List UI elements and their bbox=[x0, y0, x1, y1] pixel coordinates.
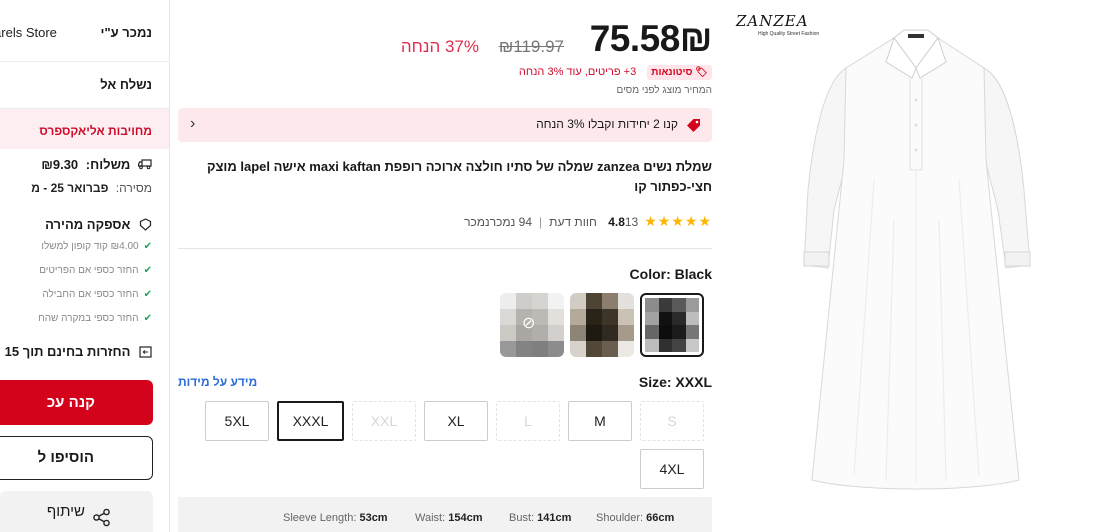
buy-now-button[interactable]: קנה עכ bbox=[0, 380, 153, 425]
size-option-s[interactable]: S bbox=[640, 401, 704, 441]
free-returns-label: החזרות בחינם תוך 15 י bbox=[0, 344, 131, 359]
share-label: שיתוף bbox=[46, 503, 85, 520]
bust-measure: Bust: 141cm bbox=[509, 512, 571, 524]
seller-row: נמכר ע"י arels Store bbox=[0, 25, 152, 40]
rating-value: 4.8 bbox=[608, 215, 625, 229]
check-icon: ✔ bbox=[143, 241, 152, 252]
sleeve-label: Sleeve Length: bbox=[283, 512, 357, 524]
delivery-date: פברואר 25 - מ bbox=[31, 181, 109, 195]
white-shirt-dress-image bbox=[803, 29, 1031, 490]
return-box-icon bbox=[138, 345, 152, 361]
add-to-cart-button[interactable]: הוסיפו ל bbox=[0, 436, 153, 480]
size-option-l[interactable]: L bbox=[496, 401, 560, 441]
seller-label: נמכר ע"י bbox=[100, 25, 152, 40]
share-icon bbox=[91, 502, 111, 532]
wholesale-badge: 🏷 סיטונאות bbox=[647, 65, 712, 80]
check-icon: ✔ bbox=[143, 313, 152, 324]
fast-delivery-row[interactable]: אספקה מהירה bbox=[45, 217, 152, 234]
commitment-title: מחויבות אליאקספרס bbox=[39, 124, 152, 138]
size-option-xxxl[interactable]: XXXL bbox=[277, 401, 344, 441]
color-swatch-gray-unavailable[interactable]: ⊘ bbox=[500, 293, 564, 357]
shipping-label: משלוח: bbox=[85, 157, 131, 172]
guarantee-item: ✔ החזר כספי אם הפריטים bbox=[39, 265, 152, 276]
sold-count: 94 נמכרנמכר bbox=[464, 215, 533, 229]
bust-label: Bust: bbox=[509, 512, 535, 524]
shipping-row: משלוח: ₪9.30 bbox=[41, 157, 152, 173]
promo-text: קנו 2 יחידות וקבלו 3% הנחה bbox=[536, 117, 678, 131]
check-icon: ✔ bbox=[143, 289, 152, 300]
guarantee-text: החזר כספי במקרה שהח bbox=[38, 313, 139, 324]
shipping-price: ₪9.30 bbox=[41, 157, 79, 172]
shoulder-label: Shoulder: bbox=[596, 512, 644, 524]
delivery-row: מסירה: פברואר 25 - מ bbox=[31, 181, 152, 195]
color-swatch-brown[interactable] bbox=[570, 293, 634, 357]
store-name-link[interactable]: arels Store bbox=[0, 25, 57, 40]
size-option-m[interactable]: M bbox=[568, 401, 632, 441]
rating-row[interactable]: ★★★★★4.813 חוות דעת|94 נמכרנמכר bbox=[464, 213, 712, 230]
reviews-count[interactable]: 13 חוות דעת bbox=[549, 215, 638, 229]
unavailable-icon: ⊘ bbox=[522, 315, 536, 332]
sleeve-value: 53cm bbox=[359, 512, 388, 524]
product-main-image[interactable]: ZANZEA High Quality Street Fashion bbox=[728, 0, 1093, 532]
waist-measure: Waist: 154cm bbox=[415, 512, 482, 524]
share-button[interactable]: שיתוף bbox=[0, 491, 153, 532]
current-price: 75.58₪ bbox=[589, 18, 713, 59]
star-rating-icon: ★★★★★ bbox=[644, 213, 712, 229]
product-title: שמלת נשים zanzea שמלה של סתיו חולצה ארוכ… bbox=[206, 159, 712, 194]
original-price: ₪119.97 bbox=[498, 37, 564, 56]
wholesale-row: 🏷 סיטונאות 3+ פריטים, עוד 3% הנחה bbox=[519, 65, 712, 80]
guarantee-item: ✔ החזר כספי אם החבילה bbox=[42, 289, 152, 300]
size-option-5xl[interactable]: 5XL bbox=[205, 401, 269, 441]
shield-icon bbox=[138, 217, 152, 234]
tax-note: המחיר מוצג לפני מסים bbox=[616, 85, 712, 96]
guarantee-item: ✔ החזר כספי במקרה שהח bbox=[38, 313, 152, 324]
waist-value: 154cm bbox=[448, 512, 483, 524]
ship-to-label[interactable]: נשלח אל bbox=[100, 77, 152, 92]
color-swatch-black[interactable] bbox=[640, 293, 704, 357]
size-option-4xl[interactable]: 4XL bbox=[640, 449, 704, 489]
shoulder-value: 66cm bbox=[646, 512, 675, 524]
price-tag-icon bbox=[686, 117, 702, 133]
size-option-xxl[interactable]: XXL bbox=[352, 401, 416, 441]
bust-value: 141cm bbox=[537, 512, 572, 524]
fast-delivery-title: אספקה מהירה bbox=[45, 217, 131, 232]
size-option-xl[interactable]: XL bbox=[424, 401, 488, 441]
wholesale-offer: 3+ פריטים, עוד 3% הנחה bbox=[518, 66, 637, 78]
swatch-image bbox=[570, 293, 634, 357]
discount-text: 37% הנחה bbox=[400, 37, 479, 56]
guarantee-text: החזר כספי אם החבילה bbox=[42, 289, 139, 300]
check-icon: ✔ bbox=[143, 265, 152, 276]
size-label: Size: XXXL bbox=[638, 374, 712, 390]
free-returns-row[interactable]: החזרות בחינם תוך 15 י bbox=[0, 344, 152, 361]
truck-icon bbox=[138, 158, 152, 173]
divider bbox=[0, 61, 169, 62]
chevron-left-icon: ‹ bbox=[190, 115, 196, 132]
wholesale-badge-label: סיטונאות bbox=[651, 67, 693, 78]
promo-banner[interactable]: קנו 2 יחידות וקבלו 3% הנחה ‹ bbox=[178, 108, 712, 142]
guarantee-item: ✔ ₪4.00 קוד קופון למשלו bbox=[41, 241, 152, 252]
color-label: Color: Black bbox=[629, 266, 712, 282]
sleeve-measure: Sleeve Length: 53cm bbox=[283, 512, 388, 524]
waist-label: Waist: bbox=[415, 512, 446, 524]
measurements-bar: Sleeve Length: 53cm Waist: 154cm Bust: 1… bbox=[178, 497, 712, 532]
delivery-label: מסירה: bbox=[115, 181, 152, 195]
guarantee-text: החזר כספי אם הפריטים bbox=[39, 265, 139, 276]
product-info: 75.58₪ ₪119.97 37% הנחה 🏷 סיטונאות 3+ פר… bbox=[178, 0, 713, 532]
swatch-image bbox=[645, 298, 699, 352]
size-info-link[interactable]: מידע על מידות bbox=[178, 375, 257, 389]
shoulder-measure: Shoulder: 66cm bbox=[596, 512, 674, 524]
tag-icon: 🏷 bbox=[695, 67, 708, 78]
divider bbox=[178, 248, 712, 249]
guarantee-text: ₪4.00 קוד קופון למשלו bbox=[41, 241, 139, 252]
